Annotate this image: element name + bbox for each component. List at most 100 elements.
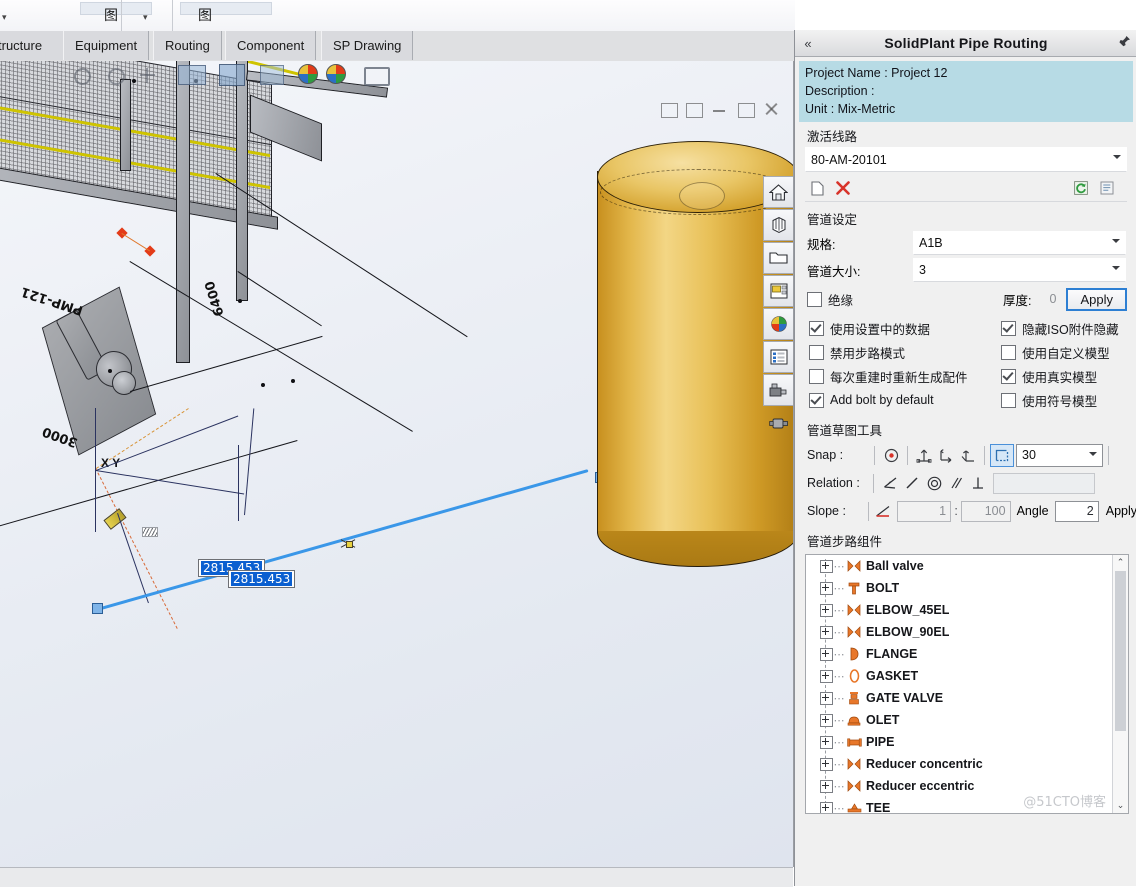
relation-line-icon[interactable] — [901, 473, 923, 494]
slope-apply-button[interactable]: Apply — [1106, 504, 1136, 518]
tree-item-gate-valve[interactable]: ⋯ GATE VALVE — [806, 687, 1128, 709]
expand-icon[interactable] — [820, 691, 833, 705]
regenerate-fittings-checkbox[interactable] — [809, 368, 824, 384]
spec-combo[interactable]: A1B — [913, 231, 1126, 255]
display-style-icon[interactable] — [219, 64, 245, 86]
tab-equipment[interactable]: Equipment — [63, 31, 150, 60]
snap-point-icon[interactable] — [880, 445, 902, 466]
layout-icon[interactable] — [763, 275, 793, 307]
use-custom-model-checkbox[interactable] — [1001, 344, 1017, 360]
line-properties-button[interactable] — [1097, 179, 1117, 198]
option-row-use-settings-data[interactable]: 使用设置中的数据 — [809, 316, 1001, 340]
hide-iso-attachments-checkbox[interactable] — [1001, 320, 1017, 336]
window-minimize-button[interactable] — [713, 110, 725, 112]
dimension-callout-2[interactable]: 2815.453 — [228, 570, 296, 588]
expand-icon[interactable] — [820, 669, 833, 683]
tab-sp-drawing[interactable]: SP Drawing — [321, 31, 414, 60]
relation-parallel-icon[interactable] — [945, 473, 967, 494]
tree-item-reducer-concentric[interactable]: ⋯ Reducer concentric — [806, 753, 1128, 775]
tree-scrollbar[interactable]: ⌃ ⌄ — [1112, 555, 1128, 813]
expand-icon[interactable] — [820, 581, 833, 595]
window-maximize-button[interactable] — [738, 103, 755, 118]
tree-item-tee[interactable]: ⋯ TEE — [806, 797, 1128, 813]
zoom-to-fit-icon[interactable] — [72, 66, 92, 86]
expand-icon[interactable] — [820, 603, 833, 617]
expand-icon[interactable] — [820, 735, 833, 749]
window-close-button[interactable] — [764, 102, 778, 116]
hidden-lines-icon[interactable] — [260, 65, 284, 85]
option-row-regenerate-fittings[interactable]: 每次重建时重新生成配件 — [809, 364, 1001, 388]
tree-item-pipe[interactable]: ⋯ PIPE — [806, 731, 1128, 753]
insulation-checkbox[interactable] — [807, 291, 822, 307]
add-bolt-default-checkbox[interactable] — [809, 392, 824, 408]
expand-icon[interactable] — [820, 647, 833, 661]
tree-item-gasket[interactable]: ⋯ GASKET — [806, 665, 1128, 687]
relation-concentric-icon[interactable] — [923, 473, 945, 494]
use-real-model-checkbox[interactable] — [1001, 368, 1017, 384]
scene-appearance-icon[interactable] — [326, 64, 346, 84]
isometric-box-icon[interactable] — [763, 209, 793, 241]
tab-component[interactable]: Component — [225, 31, 317, 60]
tree-item-bolt[interactable]: ⋯ BOLT — [806, 577, 1128, 599]
disable-route-mode-checkbox[interactable] — [809, 344, 824, 360]
expand-icon[interactable] — [820, 713, 833, 727]
pipe-route-components-tree[interactable]: ⋯ Ball valve ⋯ BOLT ⋯ ELBOW_45EL ⋯ ELBOW… — [805, 554, 1129, 814]
relation-angle-icon[interactable] — [879, 473, 901, 494]
route-midpoint-handle[interactable] — [340, 536, 356, 552]
appearance-edit-icon[interactable] — [298, 64, 318, 84]
tree-item-elbow-90[interactable]: ⋯ ELBOW_90EL — [806, 621, 1128, 643]
option-row-hide-iso-attachments[interactable]: 隐藏ISO附件隐藏 — [1001, 316, 1136, 340]
open-folder-icon[interactable] — [763, 242, 793, 274]
use-settings-data-checkbox[interactable] — [809, 320, 824, 336]
snap-yz-icon[interactable] — [957, 445, 979, 466]
snap-value-combo[interactable]: 30 — [1016, 443, 1103, 467]
snap-xy-icon[interactable] — [935, 445, 957, 466]
snap-angle-icon[interactable] — [990, 443, 1014, 467]
tab-routing[interactable]: Routing — [153, 31, 222, 60]
tree-item-flange[interactable]: ⋯ FLANGE — [806, 643, 1128, 665]
tree-item-ball-valve[interactable]: ⋯ Ball valve — [806, 555, 1128, 577]
3d-viewport[interactable]: PMP-121 6400 3000 X Y 2815.453 2815.453 — [0, 61, 794, 867]
option-row-use-custom-model[interactable]: 使用自定义模型 — [1001, 340, 1136, 364]
slope-run-field[interactable]: 100 — [961, 500, 1011, 522]
option-row-disable-route-mode[interactable]: 禁用步路模式 — [809, 340, 1001, 364]
apply-thickness-button[interactable]: Apply — [1066, 287, 1127, 311]
ribbon-caret-left[interactable]: ▾ — [2, 12, 7, 23]
panel-pin-button[interactable] — [1111, 35, 1136, 51]
angle-field[interactable]: 2 — [1054, 500, 1099, 522]
zoom-area-icon[interactable] — [106, 66, 126, 86]
scroll-up-button[interactable]: ⌃ — [1113, 555, 1128, 570]
tree-item-reducer-eccentric[interactable]: ⋯ Reducer eccentric — [806, 775, 1128, 797]
refresh-line-button[interactable] — [1071, 179, 1091, 198]
ribbon-caret-mid[interactable]: ▾ — [143, 12, 148, 23]
use-symbol-model-checkbox[interactable] — [1001, 392, 1017, 408]
window-restore-button-2[interactable] — [686, 103, 703, 118]
pan-icon[interactable] — [138, 66, 158, 86]
expand-icon[interactable] — [820, 757, 833, 771]
home-icon[interactable] — [763, 176, 793, 208]
slope-angle-icon[interactable] — [874, 501, 893, 522]
slope-rise-field[interactable]: 1 — [896, 500, 952, 522]
option-row-use-real-model[interactable]: 使用真实模型 — [1001, 364, 1136, 388]
new-line-button[interactable] — [807, 179, 827, 198]
section-view-icon[interactable] — [178, 65, 206, 85]
tree-item-olet[interactable]: ⋯ OLET — [806, 709, 1128, 731]
panel-collapse-button[interactable]: « — [795, 36, 821, 51]
expand-icon[interactable] — [820, 779, 833, 793]
expand-icon[interactable] — [820, 801, 833, 813]
list-properties-icon[interactable] — [763, 341, 793, 373]
active-line-combo[interactable]: 80-AM-20101 — [805, 147, 1127, 172]
relation-value-field[interactable] — [993, 472, 1095, 494]
delete-line-button[interactable] — [833, 179, 853, 198]
expand-icon[interactable] — [820, 559, 833, 573]
scroll-down-button[interactable]: ⌄ — [1113, 798, 1128, 813]
tree-item-elbow-45[interactable]: ⋯ ELBOW_45EL — [806, 599, 1128, 621]
option-row-use-symbol-model[interactable]: 使用符号模型 — [1001, 388, 1136, 412]
snap-axes-icon[interactable] — [913, 445, 935, 466]
route-endpoint-start[interactable] — [92, 603, 103, 614]
render-camera-icon[interactable] — [763, 374, 793, 406]
scrollbar-thumb[interactable] — [1115, 571, 1126, 731]
option-row-add-bolt-default[interactable]: Add bolt by default — [809, 388, 1001, 412]
relation-perpendicular-icon[interactable] — [967, 473, 989, 494]
view-orientation-icon[interactable] — [364, 67, 390, 86]
